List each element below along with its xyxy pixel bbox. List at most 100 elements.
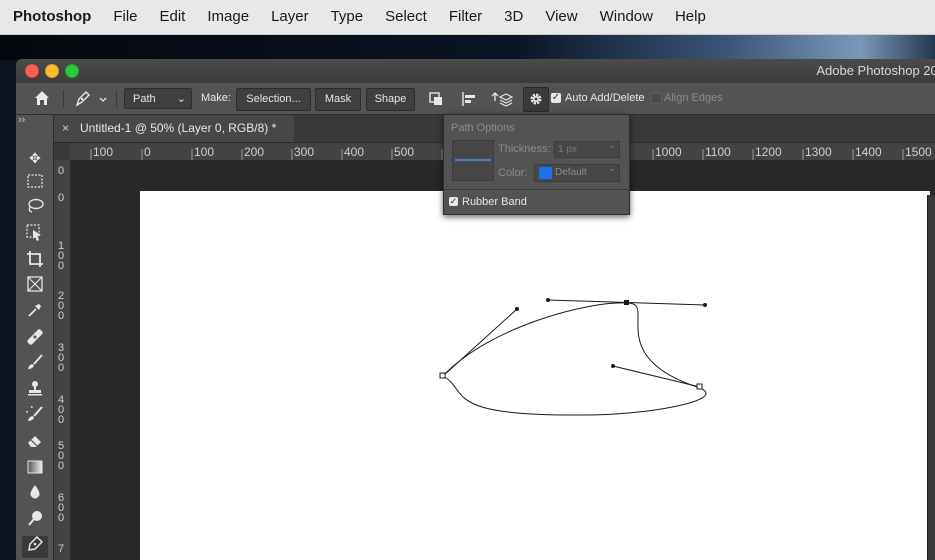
menu-image[interactable]: Image: [196, 0, 260, 34]
thickness-select[interactable]: 1 px ⌄: [554, 140, 620, 158]
window-titlebar: Adobe Photoshop 202: [16, 59, 935, 83]
ruler-label: 100: [194, 145, 215, 159]
close-document-icon[interactable]: ×: [62, 115, 69, 142]
brush-tool-icon[interactable]: [22, 354, 48, 376]
path-mode-select[interactable]: Path ⌄: [124, 88, 192, 109]
direction-handle[interactable]: [611, 364, 615, 368]
menu-file[interactable]: File: [102, 0, 148, 34]
path-options-title: Path Options: [451, 122, 515, 134]
anchor-point[interactable]: [696, 383, 703, 390]
ruler-label: 1100: [705, 145, 731, 159]
ruler-label: 1000: [655, 145, 682, 159]
ruler-label: 4 0 0: [58, 394, 65, 426]
rubber-band-label: Rubber Band: [462, 196, 527, 208]
vertical-ruler[interactable]: 0 0 1 0 0 2 0 0 3 0 0 4 0 0 5 0 0 6 0 0 …: [54, 160, 71, 560]
expand-panel-icon[interactable]: ››: [18, 114, 25, 126]
zoom-window-button[interactable]: [65, 64, 79, 78]
ruler-label: 400: [344, 145, 365, 159]
make-selection-button[interactable]: Selection...: [236, 88, 311, 111]
direction-handle[interactable]: [703, 303, 707, 307]
color-select[interactable]: Default ⌄: [534, 163, 620, 182]
pen-tool-preset-picker[interactable]: [74, 89, 108, 109]
thickness-value: 1 px: [558, 144, 577, 155]
direction-handle[interactable]: [546, 298, 550, 302]
dodge-tool-icon[interactable]: [22, 510, 48, 532]
move-tool-icon[interactable]: ✥: [22, 147, 48, 169]
color-label: Color:: [498, 167, 528, 179]
pasteboard[interactable]: [71, 161, 935, 560]
ruler-label: 0: [58, 165, 65, 177]
document-canvas[interactable]: [140, 191, 930, 560]
menu-select[interactable]: Select: [374, 0, 438, 34]
path-operations-icon[interactable]: [426, 90, 446, 108]
path-preview-swatch: [452, 140, 494, 181]
bezier-path[interactable]: [140, 191, 930, 560]
marquee-tool-icon[interactable]: [22, 172, 48, 194]
ruler-label: 1 0 0: [58, 240, 65, 272]
rubber-band-checkbox[interactable]: ✓: [449, 197, 458, 206]
ruler-label: 300: [294, 145, 315, 159]
anchor-point-selected[interactable]: [624, 300, 629, 305]
document-tab-title: Untitled-1 @ 50% (Layer 0, RGB/8) *: [80, 121, 277, 135]
ruler-label: 2 0 0: [58, 290, 65, 322]
frame-tool-icon[interactable]: [22, 276, 48, 298]
menu-app-photoshop[interactable]: Photoshop: [0, 0, 102, 34]
healing-brush-tool-icon[interactable]: [22, 328, 48, 350]
direction-handle[interactable]: [515, 307, 519, 311]
menu-filter[interactable]: Filter: [438, 0, 493, 34]
ruler-label: 1200: [755, 145, 782, 159]
path-arrangement-icon[interactable]: [491, 89, 514, 109]
auto-add-delete-checkbox[interactable]: ✓: [551, 93, 561, 103]
thickness-label: Thickness:: [498, 143, 551, 155]
clone-stamp-tool-icon[interactable]: [22, 380, 48, 402]
path-preview-line: [455, 159, 491, 161]
ruler-label: 1300: [805, 145, 832, 159]
anchor-point[interactable]: [439, 372, 446, 379]
close-window-button[interactable]: [25, 64, 39, 78]
path-mode-value: Path: [133, 93, 156, 105]
menu-view[interactable]: View: [534, 0, 588, 34]
ruler-label: 6 0 0: [58, 492, 65, 524]
chevron-down-icon: ⌄: [176, 93, 186, 105]
minimize-window-button[interactable]: [45, 64, 59, 78]
menu-help[interactable]: Help: [664, 0, 717, 34]
right-panel-edge: [927, 195, 935, 560]
path-alignment-icon[interactable]: [459, 90, 479, 108]
gear-icon: [528, 91, 544, 112]
color-swatch: [539, 167, 552, 179]
ruler-label: 100: [93, 145, 114, 159]
eraser-tool-icon[interactable]: [22, 432, 48, 454]
pen-tool-icon[interactable]: [22, 535, 48, 558]
ruler-label: 3 0 0: [58, 342, 65, 374]
home-icon[interactable]: [32, 89, 52, 109]
path-options-gear-button[interactable]: [523, 87, 549, 112]
make-shape-button[interactable]: Shape: [366, 88, 415, 111]
align-edges-label: Align Edges: [664, 92, 723, 104]
menu-window[interactable]: Window: [589, 0, 664, 34]
ruler-label: 7: [58, 543, 65, 555]
menu-edit[interactable]: Edit: [149, 0, 197, 34]
make-mask-button[interactable]: Mask: [315, 88, 361, 111]
options-bar: Path ⌄ Make: Selection... Mask Shape ✓ A…: [16, 83, 935, 115]
object-selection-tool-icon[interactable]: [22, 224, 48, 246]
ruler-origin[interactable]: [54, 143, 70, 160]
desktop-background: [0, 35, 935, 60]
menu-type[interactable]: Type: [320, 0, 375, 34]
menu-layer[interactable]: Layer: [260, 0, 320, 34]
tools-panel: ›› ✥: [16, 114, 54, 560]
blur-tool-icon[interactable]: [22, 484, 48, 506]
lasso-tool-icon[interactable]: [22, 198, 48, 220]
crop-tool-icon[interactable]: [22, 250, 48, 272]
ruler-label: 1500: [905, 145, 932, 159]
chevron-down-icon: ⌄: [607, 140, 616, 151]
document-tab[interactable]: × Untitled-1 @ 50% (Layer 0, RGB/8) *: [54, 115, 294, 142]
ruler-label: 1400: [855, 145, 882, 159]
mac-menubar: Photoshop File Edit Image Layer Type Sel…: [0, 0, 935, 35]
chevron-down-icon: ⌄: [607, 163, 616, 174]
history-brush-tool-icon[interactable]: [22, 403, 48, 428]
make-label: Make:: [201, 92, 231, 104]
align-edges-checkbox[interactable]: [651, 93, 662, 104]
gradient-tool-icon[interactable]: [22, 458, 48, 480]
menu-3d[interactable]: 3D: [493, 0, 534, 34]
eyedropper-tool-icon[interactable]: [22, 302, 48, 324]
